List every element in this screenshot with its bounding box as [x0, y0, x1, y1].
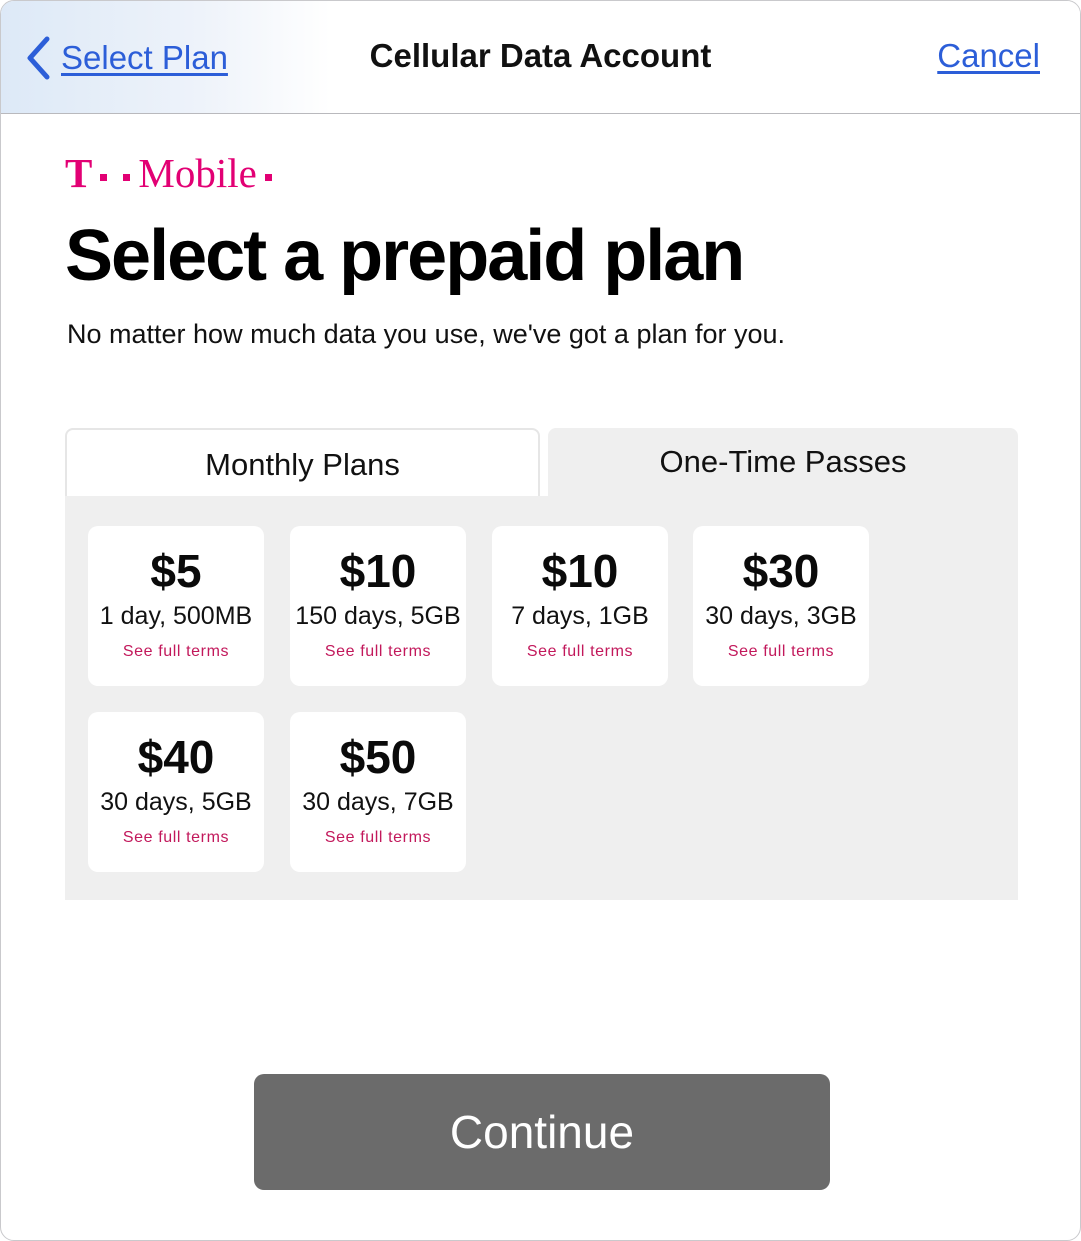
back-button[interactable]: Select Plan — [25, 35, 228, 81]
plan-tabs: Monthly Plans One-Time Passes $5 1 day, … — [65, 428, 1018, 900]
plans-panel: $5 1 day, 500MB See full terms $10 150 d… — [65, 496, 1018, 900]
plan-price: $30 — [742, 545, 820, 597]
plan-card[interactable]: $10 7 days, 1GB See full terms — [492, 526, 668, 686]
back-button-label: Select Plan — [61, 39, 228, 76]
page-title: Select a prepaid plan — [65, 216, 745, 296]
plan-price: $40 — [137, 731, 215, 783]
plan-card[interactable]: $50 30 days, 7GB See full terms — [290, 712, 466, 872]
logo-dot — [100, 173, 108, 181]
plan-description: 1 day, 500MB — [99, 602, 253, 630]
plan-card[interactable]: $40 30 days, 5GB See full terms — [88, 712, 264, 872]
see-full-terms-link[interactable]: See full terms — [290, 643, 466, 661]
see-full-terms-link[interactable]: See full terms — [88, 643, 264, 661]
see-full-terms-link[interactable]: See full terms — [88, 829, 264, 847]
see-full-terms-link[interactable]: See full terms — [290, 829, 466, 847]
plan-card[interactable]: $30 30 days, 3GB See full terms — [693, 526, 869, 686]
logo-dot — [264, 173, 272, 181]
plan-price: $5 — [150, 545, 202, 597]
continue-button[interactable]: Continue — [254, 1074, 830, 1190]
plan-card[interactable]: $10 150 days, 5GB See full terms — [290, 526, 466, 686]
cellular-data-sheet: Select Plan Cellular Data Account Cancel… — [0, 0, 1081, 1241]
plan-description: 30 days, 5GB — [100, 788, 252, 816]
tab-monthly-plans[interactable]: Monthly Plans — [65, 428, 540, 496]
plan-price: $10 — [339, 545, 417, 597]
see-full-terms-link[interactable]: See full terms — [492, 643, 668, 661]
plan-price: $10 — [541, 545, 619, 597]
plan-price: $50 — [339, 731, 417, 783]
page-subtitle: No matter how much data you use, we've g… — [67, 319, 786, 349]
see-full-terms-link[interactable]: See full terms — [693, 643, 869, 661]
t-mobile-logo: T Mobile — [65, 150, 280, 196]
logo-letter: T — [65, 150, 93, 196]
logo-dot — [123, 173, 131, 181]
plan-card[interactable]: $5 1 day, 500MB See full terms — [88, 526, 264, 686]
plan-description: 30 days, 7GB — [302, 788, 454, 816]
navigation-bar: Select Plan Cellular Data Account Cancel — [1, 1, 1080, 114]
plan-description: 150 days, 5GB — [295, 602, 461, 630]
logo-wordmark: Mobile — [138, 150, 257, 196]
plan-description: 30 days, 3GB — [705, 602, 857, 630]
cancel-button[interactable]: Cancel — [937, 37, 1040, 75]
plan-description: 7 days, 1GB — [511, 602, 649, 630]
chevron-left-icon — [25, 36, 51, 80]
tab-one-time-passes[interactable]: One-Time Passes — [548, 428, 1018, 496]
